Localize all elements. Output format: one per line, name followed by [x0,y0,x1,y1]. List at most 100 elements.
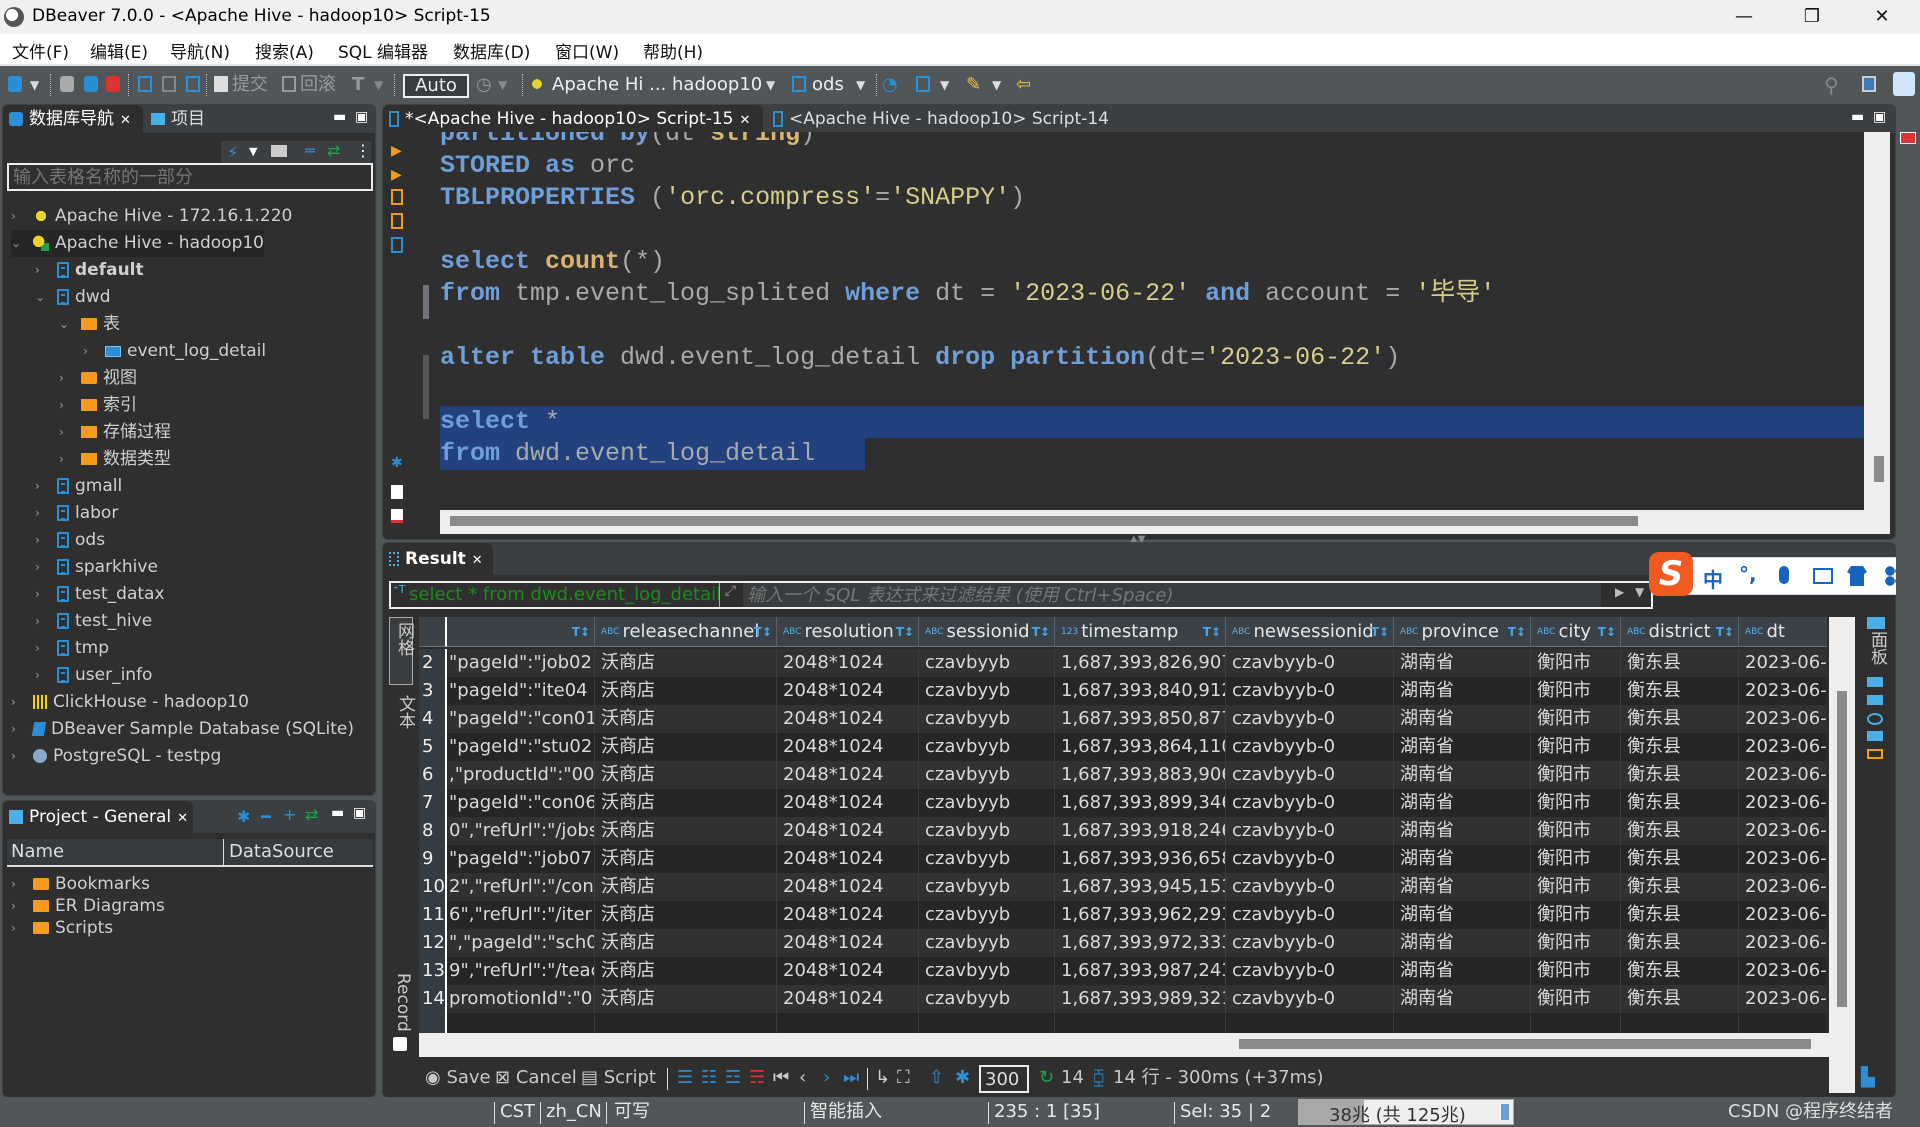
table-cell[interactable]: czavbyyb [919,733,1055,761]
table-cell[interactable]: czavbyyb [919,873,1055,901]
tree-item[interactable]: › 视图 [59,365,137,392]
table-cell[interactable]: 沃商店 [595,817,777,845]
previous-page-icon[interactable]: ‹ [799,1063,806,1093]
link-with-editor-icon[interactable]: ⇄ [305,805,318,824]
table-cell[interactable]: 1,687,393,850,877 [1055,705,1226,733]
table-cell[interactable]: 衡东县 [1621,957,1739,985]
menu-help[interactable]: 帮助(H) [643,38,703,63]
table-cell[interactable]: 2023-06-22 [1739,845,1827,873]
table-cell[interactable]: "pageId":"job07 [447,845,595,873]
maximize-panel-button[interactable]: ▣ [353,805,366,821]
tab-project-general[interactable]: Project - General ✕ [3,801,193,833]
first-page-icon[interactable]: ⏮ [773,1063,789,1093]
tab-result[interactable]: Result ✕ [383,543,493,575]
project-tree-item[interactable]: › Scripts [11,915,113,942]
filter-history-dropdown[interactable]: ▼ [1635,585,1644,599]
chevron-down-icon[interactable]: ▼ [766,74,775,96]
table-cell[interactable]: 6","refUrl":"/iter [447,901,595,929]
next-page-icon[interactable]: › [823,1063,830,1093]
row-number[interactable]: 9 [419,845,447,873]
table-cell[interactable]: 9","refUrl":"/teac [447,957,595,985]
new-connection-icon[interactable]: ⚡ [227,143,238,162]
side-tab-panels[interactable]: 面板 [1865,631,1890,665]
execute-statement-new-tab-icon[interactable]: ▶ [391,167,402,183]
tree-item[interactable]: › Apache Hive - 172.16.1.220 [11,203,292,230]
table-cell[interactable]: 2048*1024 [777,705,919,733]
table-cell[interactable]: 湖南省 [1394,929,1531,957]
table-cell[interactable]: 湖南省 [1394,957,1531,985]
table-cell[interactable]: 湖南省 [1394,705,1531,733]
chevron-right-icon[interactable]: › [35,527,40,554]
minimize-panel-button[interactable]: ▬ [1851,109,1864,125]
new-folder-icon[interactable] [271,145,287,157]
table-cell[interactable]: promotionId":"0 [447,985,595,1013]
chevron-right-icon[interactable]: › [11,915,16,942]
configure-icon[interactable]: ✱ [237,807,250,826]
dbeaver-perspective-icon[interactable] [1893,72,1915,96]
table-cell[interactable]: 2023-06-22 [1739,901,1827,929]
table-row[interactable]: 10 2","refUrl":"/con 沃商店 2048*1024 czavbyyb 1… [419,873,1827,901]
table-cell[interactable]: 衡阳市 [1531,929,1621,957]
table-cell[interactable]: 2023-06-22 [1739,817,1827,845]
chevron-down-icon[interactable]: ▼ [249,145,257,158]
menu-window[interactable]: 窗口(W) [555,38,619,63]
table-cell[interactable]: 衡阳市 [1531,873,1621,901]
table-row[interactable]: 11 6","refUrl":"/iter 沃商店 2048*1024 czavbyyb… [419,901,1827,929]
column-header[interactable]: T↕ [447,617,595,647]
table-cell[interactable]: 湖南省 [1394,901,1531,929]
table-cell[interactable]: 沃商店 [595,649,777,677]
table-cell[interactable]: 衡阳市 [1531,789,1621,817]
chevron-right-icon[interactable]: › [11,743,16,770]
table-cell[interactable]: 衡阳市 [1531,705,1621,733]
table-row[interactable]: 13 9","refUrl":"/teac 沃商店 2048*1024 czavbyyb… [419,957,1827,985]
chevron-down-icon[interactable]: ▼ [940,74,949,96]
table-cell[interactable]: czavbyyb-0 [1226,901,1394,929]
close-icon[interactable]: ✕ [177,811,188,826]
table-cell[interactable]: 1,687,393,864,110 [1055,733,1226,761]
column-header[interactable]: ABC district T↕ [1621,617,1739,647]
load-script-icon[interactable] [391,485,403,499]
sort-filter-icon[interactable]: T↕ [1371,617,1389,646]
recent-sql-editor-icon[interactable] [162,76,176,92]
explain-plan-icon[interactable] [391,237,403,253]
table-cell[interactable]: 湖南省 [1394,733,1531,761]
sort-filter-icon[interactable]: T↕ [1032,617,1050,646]
commit-icon[interactable] [214,76,228,92]
column-header[interactable]: ABC province T↕ [1394,617,1531,647]
table-cell[interactable]: czavbyyb [919,817,1055,845]
table-cell[interactable]: czavbyyb [919,929,1055,957]
table-row[interactable]: 7 "pageId":"con06 沃商店 2048*1024 czavbyyb 1,68… [419,789,1827,817]
table-cell[interactable]: czavbyyb-0 [1226,845,1394,873]
collapse-all-icon[interactable]: ═ [305,141,315,160]
search-icon[interactable]: ⚲ [1824,74,1839,96]
table-cell[interactable]: 1,687,393,945,153 [1055,873,1226,901]
fullscreen-icon[interactable]: ⛶ [897,1063,910,1093]
transaction-mode-icon[interactable]: T [352,74,364,96]
tab-database-navigator[interactable]: 数据库导航 ✕ [3,105,143,133]
column-header-datasource[interactable]: DataSource [229,841,334,862]
aggregate-icon[interactable] [1867,695,1883,705]
tree-item[interactable]: › default [35,257,144,284]
tree-item[interactable]: › ClickHouse - hadoop10 [11,689,249,716]
chevron-right-icon[interactable]: › [59,446,64,473]
table-cell[interactable]: czavbyyb-0 [1226,733,1394,761]
sql-code-area[interactable]: partitioned by(dt string) STORED as orc TB… [440,132,1864,508]
scrollbar-thumb[interactable] [450,516,1638,526]
tree-item[interactable]: › 存储过程 [59,419,171,446]
table-cell[interactable]: "pageId":"job02 [447,649,595,677]
script-button[interactable]: ▤ Script [581,1063,656,1093]
settings-icon[interactable]: ✱ [391,455,403,471]
table-cell[interactable]: 2023-06-22 [1739,985,1827,1013]
sort-filter-icon[interactable]: T↕ [754,617,772,646]
table-cell[interactable]: 1,687,393,918,246 [1055,817,1226,845]
execute-statement-icon[interactable]: ▶ [391,143,402,159]
table-cell[interactable]: 2023-06-22 [1739,929,1827,957]
active-connection-selector[interactable]: Apache Hi ... hadoop10 [552,74,762,96]
chevron-right-icon[interactable]: › [11,203,16,230]
garbage-collect-icon[interactable] [1501,1104,1509,1120]
add-row-icon[interactable]: ☷ [701,1063,717,1093]
save-script-icon[interactable] [391,509,403,523]
sogou-logo-icon[interactable]: S [1649,552,1693,596]
table-cell[interactable]: 衡东县 [1621,873,1739,901]
table-cell[interactable]: 湖南省 [1394,817,1531,845]
